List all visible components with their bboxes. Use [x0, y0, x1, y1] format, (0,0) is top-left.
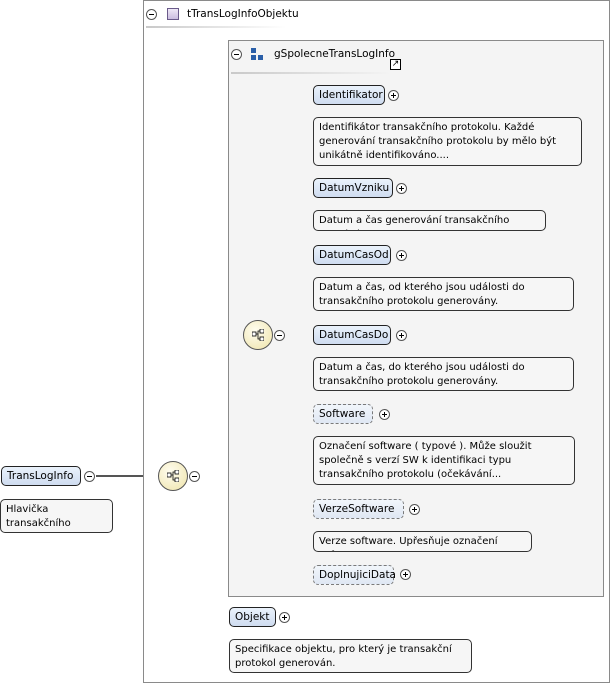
- collapse-inner-sequence-button[interactable]: [274, 330, 285, 341]
- expand-datumcasdo-button[interactable]: [396, 330, 407, 341]
- doc-datumcasdo: Datum a čas, do kterého jsou události do…: [313, 357, 574, 391]
- element-objekt[interactable]: Objekt: [229, 607, 276, 627]
- complex-type-name: tTransLogInfoObjektu: [187, 8, 299, 20]
- expand-verzesoftware-button[interactable]: [409, 504, 420, 515]
- expand-datumvzniku-button[interactable]: [396, 183, 407, 194]
- expand-objekt-button[interactable]: [279, 612, 290, 623]
- doc-datumcasod: Datum a čas, od kterého jsou události do…: [313, 277, 574, 311]
- doc-datumvzniku: Datum a čas generování transakčního prot…: [313, 210, 546, 231]
- element-datumvzniku[interactable]: DatumVzniku: [313, 178, 393, 198]
- sequence-compositor-inner[interactable]: [243, 320, 273, 350]
- collapse-outer-sequence-button[interactable]: [189, 471, 200, 482]
- expand-identifikator-button[interactable]: [388, 90, 399, 101]
- doc-software: Označení software ( typové ). Může slouž…: [313, 436, 575, 485]
- doc-identifikator: Identifikátor transakčního protokolu. Ka…: [313, 117, 582, 166]
- sequence-compositor-outer[interactable]: [158, 461, 188, 491]
- element-datumcasdo[interactable]: DatumCasDo: [313, 325, 391, 345]
- sequence-compositor-icon: [252, 329, 264, 341]
- complex-type-icon: [167, 8, 179, 20]
- group-icon: [251, 48, 265, 62]
- expand-datumcasod-button[interactable]: [396, 250, 407, 261]
- doc-objekt: Specifikace objektu, pro který je transa…: [229, 639, 472, 673]
- root-element-translog[interactable]: TransLogInfo: [1, 466, 81, 486]
- sequence-compositor-icon: [167, 470, 179, 482]
- element-software[interactable]: Software: [313, 404, 373, 424]
- group-name: gSpolecneTransLogInfo: [274, 48, 396, 60]
- doc-verzesoftware: Verze software. Upřesňuje označení softw…: [313, 531, 532, 552]
- expand-doplnujicidata-button[interactable]: [400, 569, 411, 580]
- collapse-type-button[interactable]: [146, 9, 157, 20]
- element-verzesoftware[interactable]: VerzeSoftware: [313, 499, 404, 519]
- expand-software-button[interactable]: [379, 409, 390, 420]
- root-doc: Hlavička transakčního protokolu.: [0, 499, 113, 533]
- element-doplnujicidata[interactable]: DoplnujiciData: [313, 565, 396, 585]
- collapse-root-button[interactable]: [84, 471, 95, 482]
- group-link-icon[interactable]: ↗: [390, 59, 401, 70]
- element-datumcasod[interactable]: DatumCasOd: [313, 245, 391, 265]
- group-title-underline: [231, 72, 391, 74]
- collapse-group-button[interactable]: [231, 49, 242, 60]
- element-identifikator[interactable]: Identifikator: [313, 85, 385, 105]
- type-title-underline: [146, 26, 286, 28]
